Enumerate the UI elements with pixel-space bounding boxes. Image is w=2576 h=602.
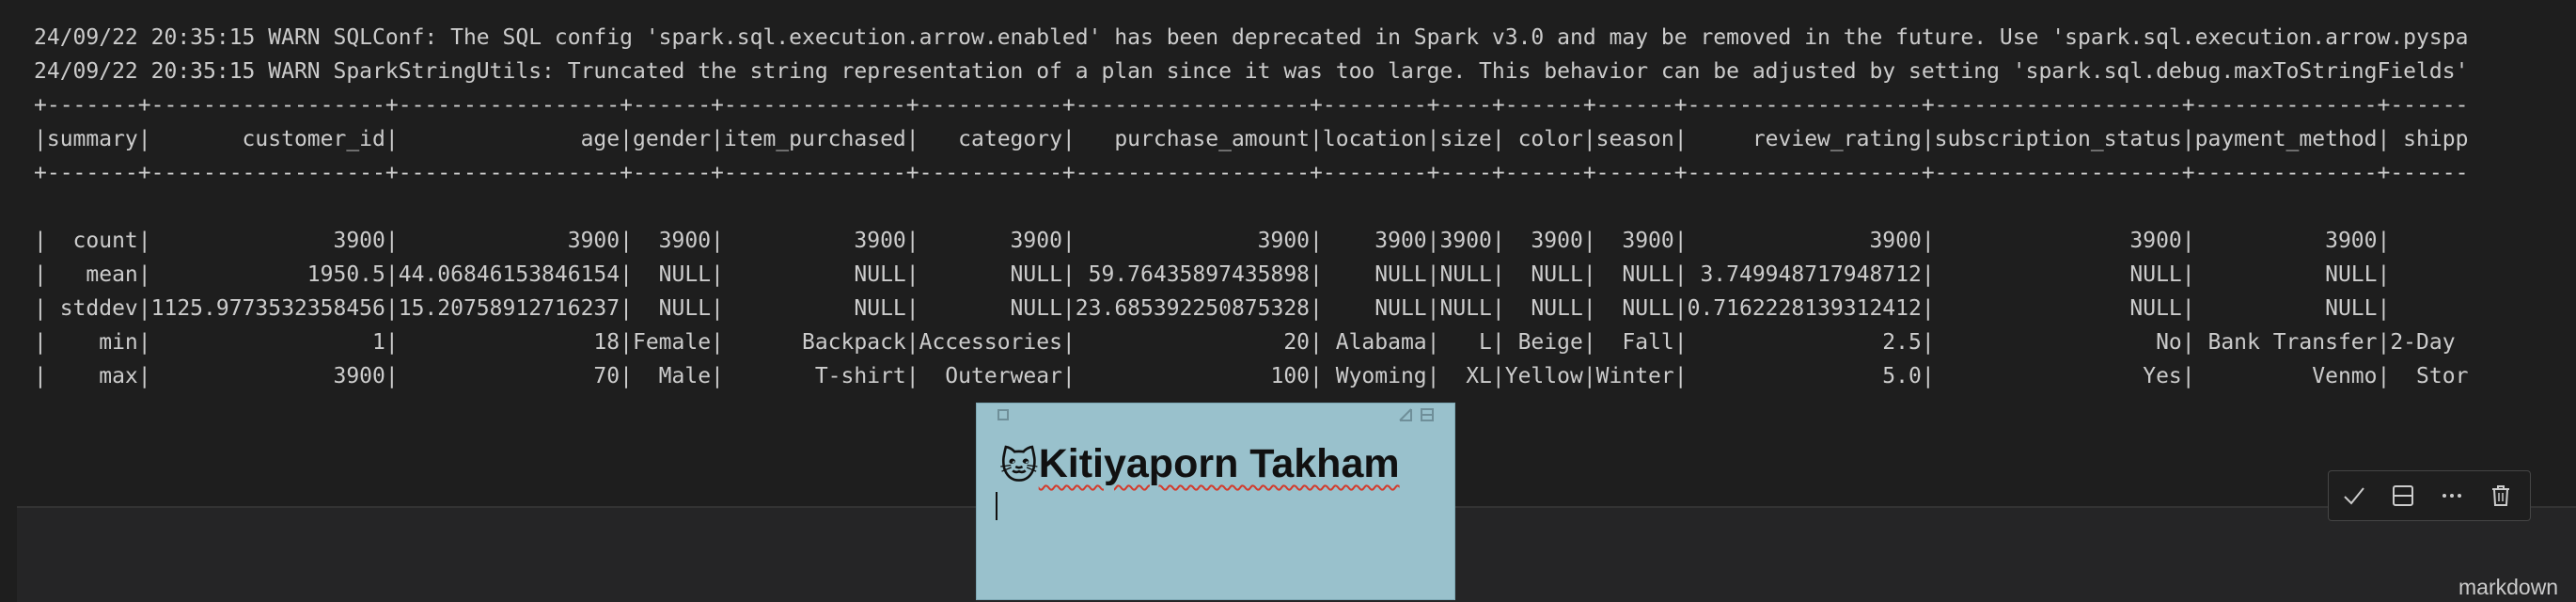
table-row-stddev: | stddev|1125.9773532358456|15.207589127… bbox=[34, 296, 2469, 321]
text-cursor bbox=[996, 492, 997, 520]
table-border-mid: +-------+------------------+------------… bbox=[34, 161, 2469, 185]
sticky-note-window[interactable]: 🐱Kitiyaporn Takham bbox=[976, 403, 1455, 600]
window-square-icon[interactable] bbox=[997, 409, 1009, 420]
more-icon[interactable] bbox=[2436, 480, 2468, 512]
table-row-mean: | mean| 1950.5|44.06846153846154| NULL| … bbox=[34, 262, 2469, 287]
note-title[interactable]: 🐱Kitiyaporn Takham bbox=[999, 437, 1400, 493]
table-row-count: | count| 3900| 3900| 3900| 3900| 3900| 3… bbox=[34, 229, 2469, 253]
table-border-top: +-------+------------------+------------… bbox=[34, 93, 2469, 118]
cell-language-label[interactable]: markdown bbox=[2458, 575, 2558, 599]
trash-icon[interactable] bbox=[2485, 480, 2517, 512]
cell-output: 24/09/22 20:35:15 WARN SQLConf: The SQL … bbox=[34, 21, 2576, 397]
table-row-max: | max| 3900| 70| Male| T-shirt| Outerwea… bbox=[34, 364, 2469, 388]
check-icon[interactable] bbox=[2338, 480, 2370, 512]
split-cell-icon[interactable] bbox=[2387, 480, 2419, 512]
table-border-bottom: +-------+------------------+------------… bbox=[34, 393, 2576, 397]
note-title-text: Kitiyaporn Takham bbox=[1038, 441, 1400, 486]
cell-toolbar bbox=[2328, 470, 2531, 521]
warning-line: 24/09/22 20:35:15 WARN SparkStringUtils:… bbox=[34, 59, 2469, 84]
split-window-icon[interactable] bbox=[1421, 408, 1434, 421]
cat-emoji-icon: 🐱 bbox=[999, 445, 1039, 488]
resize-icon[interactable] bbox=[1398, 407, 1413, 422]
table-row-min: | min| 1| 18|Female| Backpack|Accessorie… bbox=[34, 330, 2469, 355]
warning-line: 24/09/22 20:35:15 WARN SQLConf: The SQL … bbox=[34, 25, 2469, 50]
table-header: |summary| customer_id| age|gender|item_p… bbox=[34, 127, 2469, 151]
